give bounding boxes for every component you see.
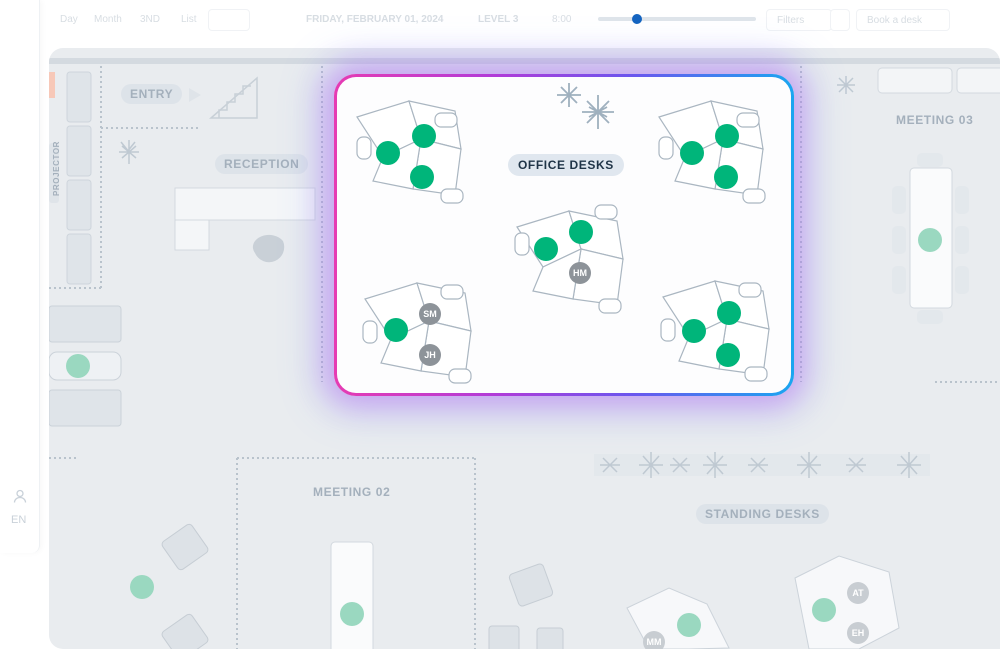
- reception-label: RECEPTION: [215, 154, 309, 174]
- standing-desk-seat-marker[interactable]: [677, 613, 701, 637]
- book-desk-label: Book a desk: [867, 15, 923, 26]
- level-selector[interactable]: LEVEL 3: [478, 14, 518, 25]
- book-desk-button[interactable]: Book a desk: [856, 9, 950, 31]
- view-month-tab[interactable]: Month: [94, 14, 122, 25]
- meeting-03-label: MEETING 03: [896, 113, 974, 127]
- desk-seat-available[interactable]: [716, 343, 740, 367]
- view-toggle-active[interactable]: [208, 9, 250, 31]
- view-list-tab[interactable]: List: [181, 14, 197, 25]
- desk-seat-available[interactable]: [715, 124, 739, 148]
- entry-label: ENTRY: [121, 84, 183, 104]
- standing-desk-seat-marker[interactable]: [812, 598, 836, 622]
- standing-desks-label: STANDING DESKS: [696, 504, 829, 524]
- office-desks-zone[interactable]: OFFICE DESKS HM SM JH: [334, 74, 794, 396]
- time-slider-thumb[interactable]: [632, 14, 642, 24]
- projector-label: PROJECTOR: [52, 140, 62, 197]
- view-3d-tab[interactable]: 3ND: [140, 14, 160, 25]
- occupant-avatar-sm[interactable]: SM: [419, 303, 441, 325]
- lounge-seat-marker[interactable]: [66, 354, 90, 378]
- desk-seat-available[interactable]: [717, 301, 741, 325]
- desk-seat-available[interactable]: [384, 318, 408, 342]
- desk-seat-available[interactable]: [412, 124, 436, 148]
- meeting-03-seat-marker[interactable]: [918, 228, 942, 252]
- language-switch[interactable]: EN: [11, 514, 26, 526]
- top-toolbar: Day Month 3ND List FRIDAY, FEBRUARY 01, …: [40, 0, 960, 40]
- desk-seat-available[interactable]: [376, 141, 400, 165]
- user-icon[interactable]: [13, 489, 27, 503]
- desk-seat-available[interactable]: [569, 220, 593, 244]
- desk-booking-app: EN Day Month 3ND List FRIDAY, FEBRUARY 0…: [0, 0, 1000, 649]
- occupant-avatar-eh[interactable]: EH: [847, 622, 869, 644]
- filters-caret-button[interactable]: [830, 9, 850, 31]
- desk-seat-available[interactable]: [534, 237, 558, 261]
- occupant-avatar-hm[interactable]: HM: [569, 262, 591, 284]
- desk-seat-available[interactable]: [410, 165, 434, 189]
- occupant-avatar-at[interactable]: AT: [847, 582, 869, 604]
- desk-seat-available[interactable]: [714, 165, 738, 189]
- office-desks-title: OFFICE DESKS: [508, 154, 624, 176]
- filters-button[interactable]: Filters: [766, 9, 832, 31]
- lounge-chair-seat-marker[interactable]: [130, 575, 154, 599]
- desk-seat-available[interactable]: [680, 141, 704, 165]
- side-rail: EN: [0, 0, 40, 553]
- occupant-avatar-jh[interactable]: JH: [419, 344, 441, 366]
- filters-label: Filters: [777, 15, 805, 26]
- time-slider-track[interactable]: [598, 17, 756, 21]
- date-picker[interactable]: FRIDAY, FEBRUARY 01, 2024: [306, 14, 443, 25]
- time-selector[interactable]: 8:00: [552, 14, 571, 25]
- occupant-avatar-mm[interactable]: MM: [643, 631, 665, 649]
- desk-seat-available[interactable]: [682, 319, 706, 343]
- meeting-02-label: MEETING 02: [313, 485, 391, 499]
- office-desks-zone-inner: OFFICE DESKS HM SM JH: [337, 77, 791, 393]
- meeting-02-seat-marker[interactable]: [340, 602, 364, 626]
- view-day-tab[interactable]: Day: [60, 14, 78, 25]
